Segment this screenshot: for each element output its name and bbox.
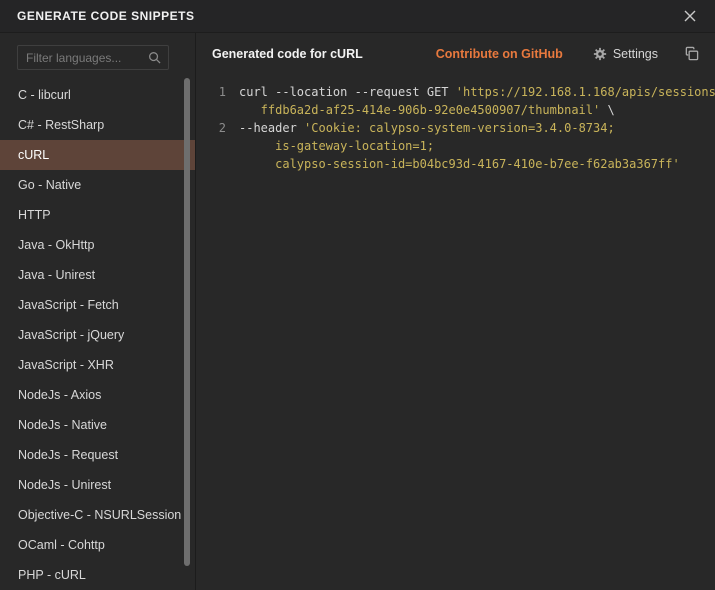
line-number: 1 <box>196 83 226 101</box>
sidebar-item-java-unirest[interactable]: Java - Unirest <box>0 260 195 290</box>
code-line: calypso-session-id=b04bc93d-4167-410e-b7… <box>226 155 680 173</box>
settings-label: Settings <box>613 47 658 61</box>
sidebar-item-go-native[interactable]: Go - Native <box>0 170 195 200</box>
line-number: 2 <box>196 119 226 137</box>
sidebar-scrollbar[interactable] <box>184 78 190 586</box>
filter-languages-field <box>17 45 169 70</box>
sidebar-item-javascript-jquery[interactable]: JavaScript - jQuery <box>0 320 195 350</box>
sidebar-item-javascript-xhr[interactable]: JavaScript - XHR <box>0 350 195 380</box>
sidebar-item-nodejs-unirest[interactable]: NodeJs - Unirest <box>0 470 195 500</box>
dialog-body: C - libcurlC# - RestSharpcURLGo - Native… <box>0 33 715 590</box>
sidebar-item-objective-c-nsurlsession[interactable]: Objective-C - NSURLSession <box>0 500 195 530</box>
sidebar-item-php-curl[interactable]: PHP - cURL <box>0 560 195 590</box>
code-row: 2--header 'Cookie: calypso-system-versio… <box>196 119 715 137</box>
code-row: is-gateway-location=1; <box>196 137 715 155</box>
code-panel-header: Generated code for cURL Contribute on Gi… <box>196 33 715 74</box>
line-number <box>196 137 226 155</box>
search-icon <box>148 51 161 64</box>
code-row: ffdb6a2d-af25-414e-906b-92e0e4500907/thu… <box>196 101 715 119</box>
dialog-header: GENERATE CODE SNIPPETS <box>0 0 715 33</box>
code-line: --header 'Cookie: calypso-system-version… <box>226 119 615 137</box>
sidebar-item-nodejs-native[interactable]: NodeJs - Native <box>0 410 195 440</box>
sidebar-item-http[interactable]: HTTP <box>0 200 195 230</box>
sidebar-item-c-restsharp[interactable]: C# - RestSharp <box>0 110 195 140</box>
sidebar-item-nodejs-request[interactable]: NodeJs - Request <box>0 440 195 470</box>
sidebar-scrollbar-thumb[interactable] <box>184 78 190 566</box>
close-icon[interactable] <box>682 8 698 24</box>
sidebar-item-ocaml-cohttp[interactable]: OCaml - Cohttp <box>0 530 195 560</box>
language-sidebar: C - libcurlC# - RestSharpcURLGo - Native… <box>0 33 196 590</box>
code-row: calypso-session-id=b04bc93d-4167-410e-b7… <box>196 155 715 173</box>
code-line: is-gateway-location=1; <box>226 137 434 155</box>
sidebar-item-javascript-fetch[interactable]: JavaScript - Fetch <box>0 290 195 320</box>
sidebar-item-java-okhttp[interactable]: Java - OkHttp <box>0 230 195 260</box>
sidebar-item-nodejs-axios[interactable]: NodeJs - Axios <box>0 380 195 410</box>
settings-button[interactable]: Settings <box>593 47 658 61</box>
code-panel: Generated code for cURL Contribute on Gi… <box>196 33 715 590</box>
copy-icon[interactable] <box>684 46 699 61</box>
language-list: C - libcurlC# - RestSharpcURLGo - Native… <box>0 80 195 590</box>
code-editor[interactable]: 1curl --location --request GET 'https://… <box>196 74 715 590</box>
sidebar-item-curl[interactable]: cURL <box>0 140 195 170</box>
code-panel-title: Generated code for cURL <box>212 47 363 61</box>
code-line: ffdb6a2d-af25-414e-906b-92e0e4500907/thu… <box>226 101 615 119</box>
dialog-title: GENERATE CODE SNIPPETS <box>17 9 194 23</box>
gear-icon <box>593 47 607 61</box>
code-row: 1curl --location --request GET 'https://… <box>196 83 715 101</box>
filter-languages-input[interactable] <box>18 46 168 69</box>
generate-code-snippets-dialog: GENERATE CODE SNIPPETS C - libcurlC# - R… <box>0 0 715 590</box>
code-line: curl --location --request GET 'https://1… <box>226 83 715 101</box>
contribute-on-github-link[interactable]: Contribute on GitHub <box>436 47 563 61</box>
sidebar-item-c-libcurl[interactable]: C - libcurl <box>0 80 195 110</box>
line-number <box>196 155 226 173</box>
line-number <box>196 101 226 119</box>
